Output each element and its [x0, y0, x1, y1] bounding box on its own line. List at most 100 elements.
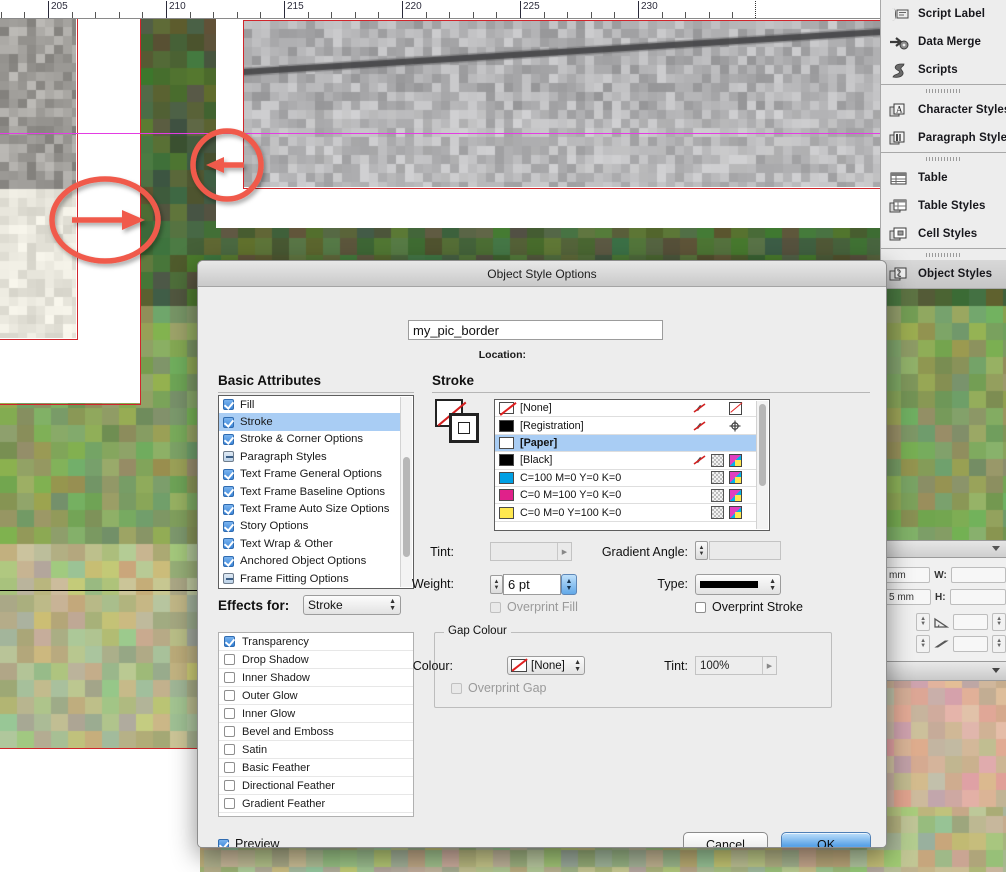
dock-group-grip[interactable]	[881, 85, 1006, 96]
preview-checkbox-row[interactable]: Preview	[218, 837, 279, 847]
basic-attribute-row[interactable]: Paragraph Styles	[219, 448, 403, 465]
dialog-titlebar[interactable]: Object Style Options	[198, 261, 886, 287]
dock-item-paragraph-styles[interactable]: Paragraph Styles	[881, 124, 1006, 152]
stroke-type-line-icon	[700, 581, 758, 588]
fill-stroke-proxy[interactable]	[435, 399, 481, 443]
stroke-type-select[interactable]: ▲ ▼	[695, 574, 781, 595]
dock-item-data-merge[interactable]: Data Merge	[881, 28, 1006, 56]
effect-checkbox[interactable]	[224, 636, 235, 647]
effect-checkbox[interactable]	[224, 762, 235, 773]
dock-item-cell-styles[interactable]: Cell Styles	[881, 220, 1006, 248]
effect-row[interactable]: Gradient Feather	[219, 795, 413, 813]
dock-item-table-styles[interactable]: Table Styles	[881, 192, 1006, 220]
basic-attribute-row[interactable]: Text Wrap & Other	[219, 535, 403, 552]
basic-attribute-row[interactable]: Stroke & Corner Options	[219, 431, 403, 448]
stroke-swatch-list[interactable]: [None] [Registration] [Paper] [Black] C=100 …	[494, 399, 770, 531]
basic-attribute-checkbox[interactable]	[223, 433, 234, 445]
effect-checkbox[interactable]	[224, 780, 235, 791]
basic-attribute-label: Stroke & Corner Options	[240, 433, 364, 446]
weight-stepper[interactable]: ▲ ▼	[490, 575, 503, 594]
effect-row[interactable]: Inner Glow	[219, 705, 413, 723]
data-merge-icon	[888, 32, 910, 52]
effects-for-select[interactable]: Stroke ▲ ▼	[303, 595, 401, 615]
dock-group-grip[interactable]	[881, 153, 1006, 164]
effect-checkbox[interactable]	[224, 726, 235, 737]
effect-row[interactable]: Satin	[219, 741, 413, 759]
frame-border-top	[243, 20, 882, 189]
dock-item-script-label[interactable]: Script Label	[881, 0, 1006, 28]
basic-attribute-row[interactable]: Story Options	[219, 518, 403, 535]
gradient-angle-stepper[interactable]: ▲ ▼	[695, 541, 708, 560]
dock-item-scripts[interactable]: Scripts	[881, 56, 1006, 84]
effect-checkbox[interactable]	[224, 690, 235, 701]
effect-row[interactable]: Directional Feather	[219, 777, 413, 795]
effect-label: Satin	[242, 743, 268, 756]
cancel-button[interactable]: Cancel	[683, 832, 768, 847]
effect-checkbox[interactable]	[224, 672, 235, 683]
basic-attribute-checkbox[interactable]	[223, 451, 234, 463]
effect-checkbox[interactable]	[224, 744, 235, 755]
swatch-no-print-cell	[690, 454, 708, 466]
gap-tint-dropdown-arrow-icon[interactable]: ▶	[762, 657, 776, 674]
basic-attribute-checkbox[interactable]	[223, 520, 234, 532]
basic-attribute-checkbox[interactable]	[223, 468, 234, 480]
cmyk-icon	[728, 488, 742, 502]
overprint-gap-checkbox[interactable]	[451, 682, 462, 694]
overprint-fill-checkbox[interactable]	[490, 601, 501, 613]
effect-row[interactable]: Transparency	[219, 633, 413, 651]
overprint-stroke-checkbox[interactable]	[695, 601, 706, 613]
dock-item-object-styles[interactable]: Object Styles	[881, 260, 1006, 288]
basic-attribute-row[interactable]: Fill	[219, 396, 403, 413]
cell-styles-icon	[888, 224, 910, 244]
horizontal-ruler[interactable]: 205 210 215 220 225 230	[0, 0, 1006, 19]
basic-attribute-row[interactable]: Text Frame Auto Size Options	[219, 500, 403, 517]
swatch-scrollbar[interactable]	[756, 401, 768, 529]
gradient-angle-field[interactable]	[709, 541, 781, 560]
basic-attribute-checkbox[interactable]	[223, 555, 234, 567]
swatch-row[interactable]: [Paper]	[495, 434, 758, 453]
dock-item-table[interactable]: Table	[881, 164, 1006, 192]
overprint-fill-row[interactable]: Overprint Fill	[490, 600, 578, 614]
effect-checkbox[interactable]	[224, 708, 235, 719]
dock-group-grip[interactable]	[881, 249, 1006, 260]
basic-attribute-checkbox[interactable]	[223, 486, 234, 498]
overprint-gap-row[interactable]: Overprint Gap	[451, 681, 547, 695]
effect-label: Bevel and Emboss	[242, 725, 334, 738]
basic-attribute-checkbox[interactable]	[223, 503, 234, 515]
basic-attribute-checkbox[interactable]	[223, 399, 234, 411]
ruler-tick-major	[48, 1, 49, 18]
effect-row[interactable]: Outer Glow	[219, 687, 413, 705]
swatch-colour-chip	[499, 402, 514, 415]
swatch-row[interactable]: C=0 M=100 Y=0 K=0	[495, 487, 758, 505]
basic-attribute-checkbox[interactable]	[223, 573, 234, 585]
dock-item-character-styles[interactable]: A Character Styles	[881, 96, 1006, 124]
swatch-row[interactable]: [Black]	[495, 452, 758, 470]
style-name-input[interactable]: my_pic_border	[408, 320, 663, 340]
preview-checkbox[interactable]	[218, 838, 229, 847]
weight-dropdown-stepper[interactable]: ▲ ▼	[561, 574, 577, 595]
effects-for-value: Stroke	[308, 598, 343, 612]
swatch-row[interactable]: C=100 M=0 Y=0 K=0	[495, 470, 758, 487]
swatch-row[interactable]: [None]	[495, 400, 758, 418]
weight-input[interactable]: 6 pt	[503, 574, 561, 595]
basic-attribute-checkbox[interactable]	[223, 416, 234, 428]
overprint-stroke-row[interactable]: Overprint Stroke	[695, 600, 803, 614]
effect-row[interactable]: Bevel and Emboss	[219, 723, 413, 741]
basic-attribute-row[interactable]: Frame Fitting Options	[219, 570, 403, 587]
stroke-proxy-swatch[interactable]	[449, 413, 479, 443]
basic-attribute-row[interactable]: Stroke	[219, 413, 403, 431]
gap-colour-select[interactable]: [None] ▲ ▼	[507, 656, 585, 675]
swatch-row[interactable]: C=0 M=0 Y=100 K=0	[495, 504, 758, 522]
swatch-row[interactable]: [Registration]	[495, 417, 758, 435]
basic-attribute-row[interactable]: Text Frame Baseline Options	[219, 483, 403, 500]
basic-attribute-checkbox[interactable]	[223, 538, 234, 550]
gap-tint-field[interactable]: 100% ▶	[695, 656, 777, 675]
effect-checkbox[interactable]	[224, 654, 235, 665]
basic-attribute-row[interactable]: Anchored Object Options	[219, 553, 403, 570]
effect-row[interactable]: Basic Feather	[219, 759, 413, 777]
ok-button[interactable]: OK	[781, 832, 871, 847]
basic-attribute-row[interactable]: Text Frame General Options	[219, 466, 403, 483]
basic-attributes-list[interactable]: Fill Stroke Stroke & Corner Options Paragra…	[218, 395, 414, 589]
effect-checkbox[interactable]	[224, 798, 235, 809]
table-icon	[888, 168, 910, 188]
